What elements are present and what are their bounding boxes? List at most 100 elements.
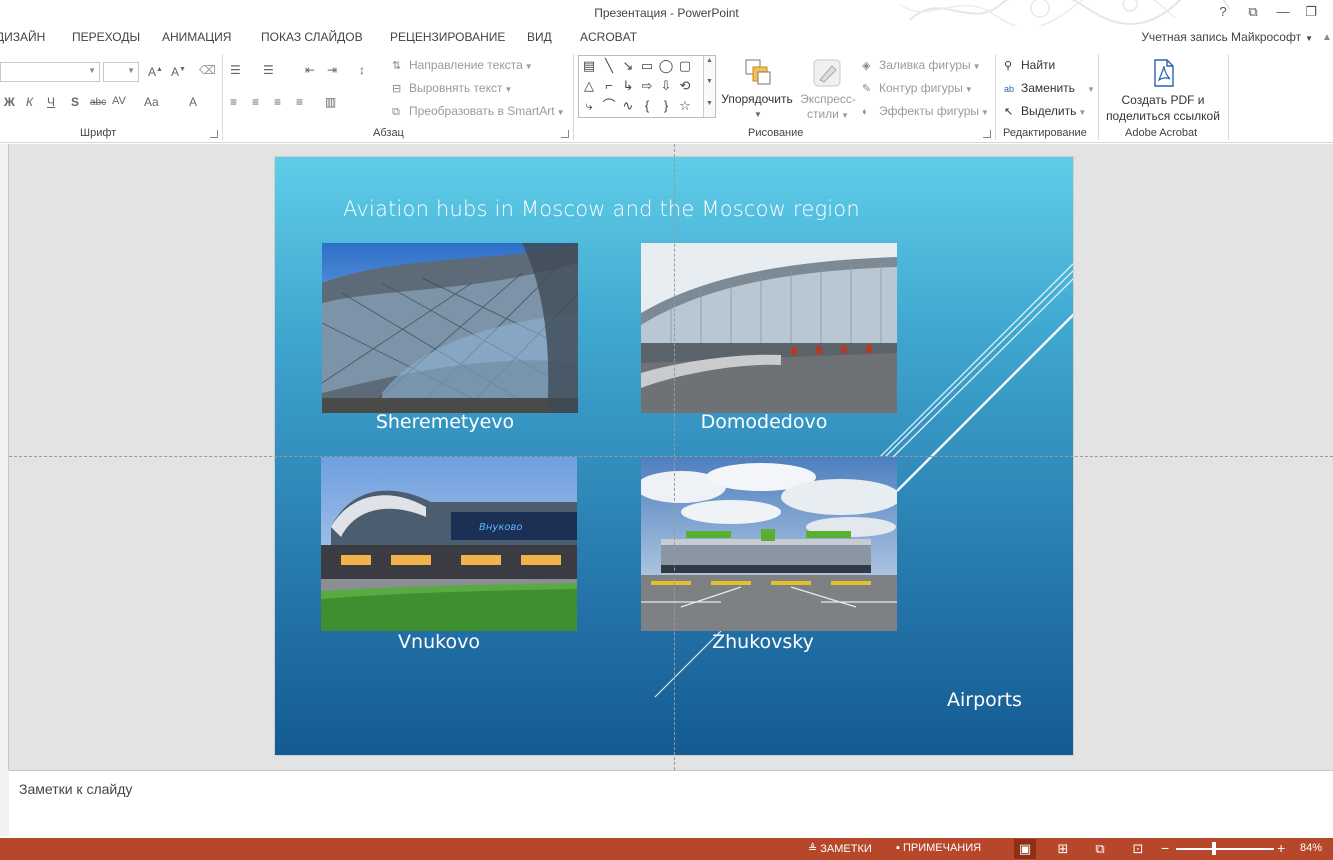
columns-icon[interactable]: ▥	[325, 95, 336, 109]
arc-shape-icon[interactable]: ⌒	[601, 98, 617, 114]
font-color-button[interactable]: A	[189, 95, 197, 109]
slideshow-view-icon[interactable]: ⊡	[1127, 839, 1149, 859]
vertical-guide[interactable]	[674, 144, 675, 770]
left-brace-shape-icon[interactable]: {	[639, 98, 655, 114]
arrow-line-shape-icon[interactable]: ↘	[620, 58, 636, 74]
font-size-combo[interactable]: ▼	[103, 62, 139, 82]
strikethrough-button[interactable]: abc	[90, 97, 106, 108]
change-case-button[interactable]: Aa	[144, 95, 159, 109]
zhukovsky-photo[interactable]	[641, 457, 897, 631]
account-menu[interactable]: Учетная запись Майкрософт ▼	[1141, 30, 1313, 44]
align-left-icon[interactable]: ≡	[230, 95, 237, 109]
slide-sorter-icon[interactable]: ⊞	[1052, 839, 1074, 859]
quick-styles-button[interactable]: Экспресс-стили ▼	[796, 54, 860, 122]
tab-review[interactable]: РЕЦЕНЗИРОВАНИЕ	[390, 30, 505, 44]
justify-icon[interactable]: ≡	[296, 95, 303, 109]
notes-pane[interactable]: Заметки к слайду	[9, 770, 1333, 836]
rounded-rect-shape-icon[interactable]: ▢	[677, 58, 693, 74]
restore-icon[interactable]: ❐	[1298, 2, 1324, 22]
ribbon-display-options-icon[interactable]: ⧉	[1240, 2, 1266, 22]
gallery-scrollbar[interactable]: ▲ ▼ ▼	[703, 56, 715, 117]
tab-slideshow[interactable]: ПОКАЗ СЛАЙДОВ	[261, 30, 363, 44]
zoom-in-icon[interactable]: +	[1277, 840, 1285, 856]
curved-connector-shape-icon[interactable]: ⤷	[581, 98, 597, 114]
italic-button[interactable]: К	[26, 95, 33, 109]
underline-button[interactable]: Ч	[47, 95, 55, 109]
collapse-ribbon-icon[interactable]: ▲	[1322, 32, 1332, 43]
sheremetyevo-photo[interactable]	[322, 243, 578, 413]
replace-button[interactable]: ab Заменить ▼	[1004, 81, 1095, 95]
tab-acrobat[interactable]: ACROBAT	[580, 30, 637, 44]
shrink-font-icon[interactable]: A▼	[171, 65, 186, 79]
align-right-icon[interactable]: ≡	[274, 95, 281, 109]
domodedovo-photo[interactable]	[641, 243, 897, 413]
drawing-dialog-launcher-icon[interactable]	[983, 130, 991, 138]
shadow-button[interactable]: S	[71, 95, 79, 109]
increase-indent-icon[interactable]: ⇥	[327, 63, 337, 77]
select-button[interactable]: ↖ Выделить ▼	[1004, 104, 1086, 118]
zoom-slider-track[interactable]	[1176, 848, 1274, 850]
help-icon[interactable]: ?	[1210, 2, 1236, 22]
elbow-arrow-shape-icon[interactable]: ↳	[620, 78, 636, 94]
rectangle-shape-icon[interactable]: ▭	[639, 58, 655, 74]
create-pdf-button[interactable]: Создать PDF и поделиться ссылкой	[1102, 54, 1224, 124]
triangle-shape-icon[interactable]: △	[581, 78, 597, 94]
numbering-icon[interactable]: ☰	[263, 63, 274, 77]
right-brace-shape-icon[interactable]: }	[658, 98, 674, 114]
shape-outline-button[interactable]: ✎ Контур фигуры ▼	[862, 81, 973, 95]
minimize-icon[interactable]: —	[1270, 2, 1296, 22]
down-arrow-shape-icon[interactable]: ⇩	[658, 78, 674, 94]
reading-view-icon[interactable]: ⧉	[1089, 839, 1111, 859]
tab-animations[interactable]: АНИМАЦИЯ	[162, 30, 231, 44]
zoom-out-icon[interactable]: −	[1161, 840, 1169, 856]
airport-caption[interactable]: Sheremetyevo	[317, 411, 573, 433]
arrange-button[interactable]: Упорядочить ▼	[718, 54, 796, 122]
star-shape-icon[interactable]: ☆	[677, 98, 693, 114]
textbox-shape-icon[interactable]: ▤	[581, 58, 597, 74]
grow-font-icon[interactable]: A▲	[148, 65, 163, 79]
right-arrow-shape-icon[interactable]: ⇨	[639, 78, 655, 94]
font-family-combo[interactable]: ▼	[0, 62, 100, 82]
elbow-connector-shape-icon[interactable]: ⌐	[601, 78, 617, 94]
ribbon: ▼ ▼ A▲ A▼ ⌫ Ж К Ч S abc AV Aa A Шрифт ☰ …	[0, 32, 1333, 143]
oval-shape-icon[interactable]: ◯	[658, 58, 674, 74]
gallery-more-icon[interactable]: ▼	[706, 100, 713, 107]
line-shape-icon[interactable]: ╲	[601, 58, 617, 74]
wave-shape-icon[interactable]: ∿	[620, 98, 636, 114]
slide-footer-label[interactable]: Airports	[947, 689, 1022, 711]
curved-shape-icon[interactable]: ⟲	[677, 78, 693, 94]
slide-title[interactable]: Aviation hubs in Moscow and the Moscow r…	[343, 197, 860, 221]
bold-button[interactable]: Ж	[4, 95, 15, 109]
character-spacing-button[interactable]: AV	[112, 95, 126, 107]
vnukovo-photo[interactable]: Внуково	[321, 457, 577, 631]
line-spacing-icon[interactable]: ↕	[359, 63, 365, 77]
tab-design[interactable]: ДИЗАЙН	[0, 30, 45, 44]
tab-transitions[interactable]: ПЕРЕХОДЫ	[72, 30, 140, 44]
thumbnail-pane-edge[interactable]	[0, 144, 9, 770]
horizontal-guide[interactable]	[9, 456, 1333, 457]
scroll-up-icon[interactable]: ▲	[706, 57, 713, 64]
comments-toggle-button[interactable]: ▪ ПРИМЕЧАНИЯ	[896, 842, 981, 854]
clear-formatting-icon[interactable]: ⌫	[199, 63, 216, 77]
align-text-button[interactable]: ⊟ Выровнять текст ▼	[392, 81, 512, 95]
notes-toggle-button[interactable]: ≜ ЗАМЕТКИ	[808, 842, 872, 855]
smartart-button[interactable]: ⧉ Преобразовать в SmartArt ▼	[392, 104, 564, 119]
tab-view[interactable]: ВИД	[527, 30, 552, 44]
scroll-down-icon[interactable]: ▼	[706, 78, 713, 85]
decrease-indent-icon[interactable]: ⇤	[305, 63, 315, 77]
zoom-level[interactable]: 84%	[1300, 842, 1322, 854]
bullets-icon[interactable]: ☰	[230, 63, 241, 77]
paragraph-dialog-launcher-icon[interactable]	[561, 130, 569, 138]
find-button[interactable]: ⚲ Найти	[1004, 58, 1055, 72]
align-center-icon[interactable]: ≡	[252, 95, 259, 109]
shape-effects-button[interactable]: ◐ Эффекты фигуры ▼	[862, 104, 989, 118]
normal-view-icon[interactable]: ▣	[1014, 839, 1036, 859]
text-direction-button[interactable]: ⇅ Направление текста ▼	[392, 58, 533, 72]
drawing-group-label: Рисование	[748, 127, 804, 139]
shapes-gallery[interactable]: ▤ ╲ ↘ ▭ ◯ ▢ △ ⌐ ↳ ⇨ ⇩ ⟲ ⤷ ⌒ ∿ { } ☆ ▲ ▼ …	[578, 55, 716, 118]
font-dialog-launcher-icon[interactable]	[210, 130, 218, 138]
airport-caption[interactable]: Vnukovo	[311, 631, 567, 653]
shape-fill-button[interactable]: ◈ Заливка фигуры ▼	[862, 58, 981, 72]
zoom-slider-thumb[interactable]	[1212, 842, 1216, 855]
notes-placeholder[interactable]: Заметки к слайду	[19, 781, 132, 797]
